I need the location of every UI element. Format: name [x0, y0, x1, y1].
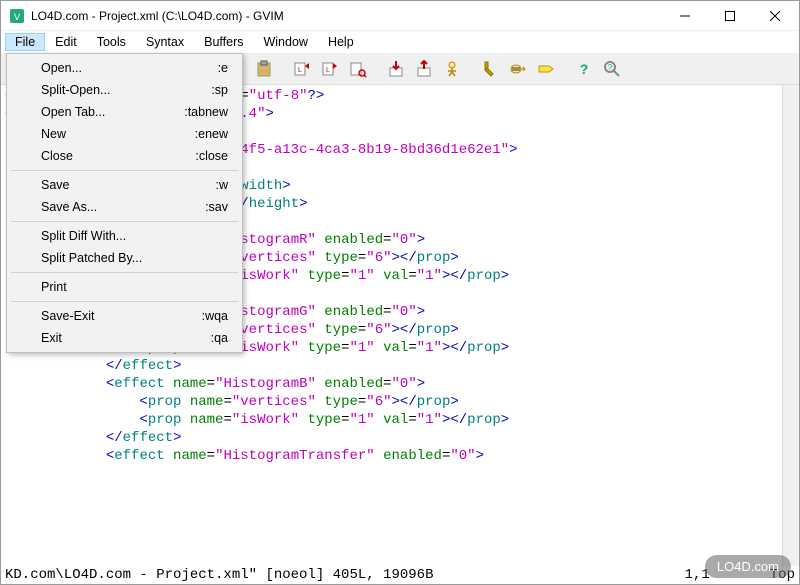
menu-separator	[11, 170, 238, 171]
file-menu-save-as[interactable]: Save As...:sav	[9, 196, 240, 218]
find-help-icon[interactable]: ?	[599, 56, 625, 82]
find-prev-icon[interactable]: L	[289, 56, 315, 82]
file-menu-close[interactable]: Close:close	[9, 145, 240, 167]
editor-line[interactable]: <prop name="isWork" type="1" val="1"></p…	[5, 411, 778, 429]
file-menu-dropdown: Open...:eSplit-Open...:spOpen Tab...:tab…	[6, 53, 243, 353]
menu-item-label: New	[41, 127, 195, 141]
menu-item-label: Open Tab...	[41, 105, 184, 119]
file-menu-new[interactable]: New:enew	[9, 123, 240, 145]
menu-item-label: Split-Open...	[41, 83, 211, 97]
menu-file[interactable]: File	[5, 33, 45, 51]
window-title: LO4D.com - Project.xml (C:\LO4D.com) - G…	[31, 9, 662, 23]
file-menu-open[interactable]: Open...:e	[9, 57, 240, 79]
menu-item-label: Exit	[41, 331, 211, 345]
menu-item-accel: :enew	[195, 127, 228, 141]
menu-edit[interactable]: Edit	[45, 33, 87, 51]
tag-icon[interactable]	[533, 56, 559, 82]
file-menu-open-tab[interactable]: Open Tab...:tabnew	[9, 101, 240, 123]
menu-item-label: Split Diff With...	[41, 229, 228, 243]
menu-item-label: Save	[41, 178, 216, 192]
find-next-icon[interactable]: L	[317, 56, 343, 82]
vertical-scrollbar[interactable]	[782, 85, 799, 566]
editor-line[interactable]: <effect name="HistogramB" enabled="0">	[5, 375, 778, 393]
menu-syntax[interactable]: Syntax	[136, 33, 194, 51]
close-button[interactable]	[752, 1, 797, 30]
run-script-icon[interactable]	[439, 56, 465, 82]
replace-icon[interactable]	[345, 56, 371, 82]
statusbar: KD.com\LO4D.com - Project.xml" [noeol] 4…	[1, 566, 799, 584]
svg-text:L: L	[298, 67, 302, 74]
menu-item-label: Open...	[41, 61, 218, 75]
menubar: FileEditToolsSyntaxBuffersWindowHelp	[1, 31, 799, 53]
menu-help[interactable]: Help	[318, 33, 364, 51]
file-menu-print[interactable]: Print	[9, 276, 240, 298]
file-menu-save-exit[interactable]: Save-Exit:wqa	[9, 305, 240, 327]
menu-buffers[interactable]: Buffers	[194, 33, 253, 51]
menu-item-label: Print	[41, 280, 228, 294]
shell-icon[interactable]	[505, 56, 531, 82]
editor-line[interactable]: <prop name="vertices" type="6"></prop>	[5, 393, 778, 411]
menu-item-label: Save As...	[41, 200, 205, 214]
menu-item-label: Save-Exit	[41, 309, 202, 323]
load-session-icon[interactable]	[383, 56, 409, 82]
svg-text:L: L	[326, 67, 330, 74]
make-icon[interactable]	[477, 56, 503, 82]
app-icon: V	[9, 8, 25, 24]
watermark: LO4D.com	[705, 555, 791, 578]
file-menu-split-open[interactable]: Split-Open...:sp	[9, 79, 240, 101]
svg-text:?: ?	[608, 63, 613, 72]
menu-item-label: Close	[41, 149, 195, 163]
svg-text:V: V	[14, 12, 20, 22]
save-session-icon[interactable]	[411, 56, 437, 82]
editor-line[interactable]: </effect>	[5, 429, 778, 447]
menu-separator	[11, 221, 238, 222]
menu-item-accel: :tabnew	[184, 105, 228, 119]
status-left: KD.com\LO4D.com - Project.xml" [noeol] 4…	[5, 567, 433, 583]
file-menu-save[interactable]: Save:w	[9, 174, 240, 196]
svg-text:?: ?	[580, 61, 589, 77]
menu-item-accel: :close	[195, 149, 228, 163]
editor-line[interactable]: <effect name="HistogramTransfer" enabled…	[5, 447, 778, 465]
editor-line[interactable]: </effect>	[5, 357, 778, 375]
menu-separator	[11, 301, 238, 302]
menu-separator	[11, 272, 238, 273]
maximize-button[interactable]	[707, 1, 752, 30]
minimize-button[interactable]	[662, 1, 707, 30]
menu-item-accel: :wqa	[202, 309, 228, 323]
menu-item-accel: :sav	[205, 200, 228, 214]
menu-item-label: Split Patched By...	[41, 251, 228, 265]
file-menu-split-diff-with[interactable]: Split Diff With...	[9, 225, 240, 247]
file-menu-exit[interactable]: Exit:qa	[9, 327, 240, 349]
titlebar: V LO4D.com - Project.xml (C:\LO4D.com) -…	[1, 1, 799, 31]
menu-item-accel: :w	[216, 178, 229, 192]
file-menu-split-patched-by[interactable]: Split Patched By...	[9, 247, 240, 269]
menu-window[interactable]: Window	[253, 33, 317, 51]
menu-tools[interactable]: Tools	[87, 33, 136, 51]
menu-item-accel: :e	[218, 61, 228, 75]
menu-item-accel: :qa	[211, 331, 228, 345]
paste-icon[interactable]	[251, 56, 277, 82]
help-icon[interactable]: ?	[571, 56, 597, 82]
menu-item-accel: :sp	[211, 83, 228, 97]
